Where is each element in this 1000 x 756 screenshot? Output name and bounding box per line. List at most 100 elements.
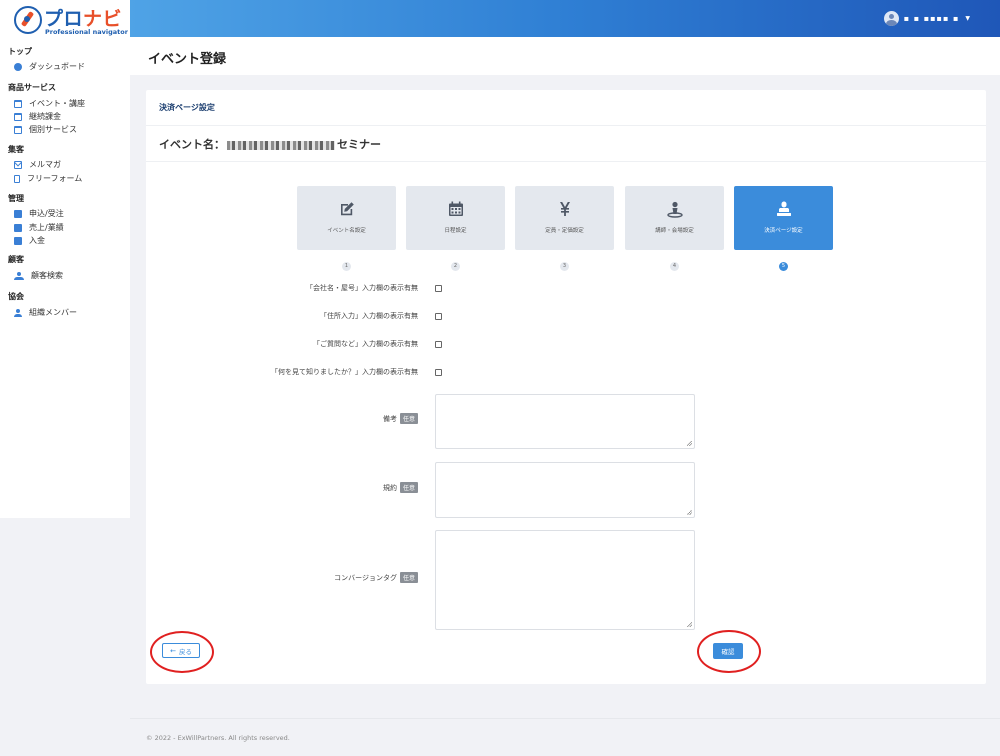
- box-icon: [14, 223, 22, 232]
- copyright: © 2022 - ExWillPartners. All rights rese…: [146, 734, 290, 742]
- step-number: 1: [342, 262, 351, 271]
- step-schedule[interactable]: 日程設定: [406, 186, 505, 250]
- field-label-text: 備考: [382, 414, 397, 423]
- sidebar-item-label: イベント・講座: [29, 99, 85, 108]
- stamp-icon: [734, 200, 833, 222]
- check-label-company: 「会社名・屋号」入力欄の表示有無: [306, 284, 418, 292]
- user-name: ▪ ▪ ▪▪▪▪ ▪: [903, 14, 960, 23]
- sidebar-item-orders[interactable]: 申込/受注: [14, 208, 64, 219]
- checkbox-referral[interactable]: [435, 369, 442, 376]
- field-label-terms: 規約 任意: [383, 482, 418, 493]
- footer: © 2022 - ExWillPartners. All rights rese…: [130, 718, 1000, 756]
- redacted-text: [227, 140, 335, 150]
- conversion-tag-textarea[interactable]: [435, 530, 695, 630]
- sidebar-item-label: 申込/受注: [29, 209, 64, 218]
- calendar-icon: [406, 200, 505, 222]
- field-label-notes: 備考 任意: [383, 413, 418, 424]
- sidebar-item-label: 継続課金: [29, 112, 61, 121]
- sidebar-item-payments[interactable]: 入金: [14, 235, 45, 246]
- field-label-text: 規約: [382, 483, 397, 492]
- settings-card: 決済ページ設定 イベント名： セミナー イベント名設定 日程設定 定員・定価設定 …: [146, 90, 986, 684]
- step-number: 3: [560, 262, 569, 271]
- sidebar-item-sales[interactable]: 売上/業績: [14, 222, 64, 233]
- form-icon: [14, 174, 20, 183]
- step-label: 決済ページ設定: [764, 228, 803, 234]
- dashboard-icon: [14, 62, 22, 71]
- optional-badge: 任意: [399, 572, 418, 583]
- event-name: イベント名： セミナー: [159, 136, 381, 152]
- step-speaker-venue[interactable]: 講師・会場設定: [625, 186, 724, 250]
- compass-logo-icon: [14, 6, 42, 34]
- nav-section-products: 商品サービス: [8, 83, 56, 92]
- mail-icon: [14, 160, 22, 169]
- sidebar-item-individual-service[interactable]: 個別サービス: [14, 124, 77, 135]
- terms-textarea[interactable]: [435, 462, 695, 518]
- step-number: 2: [451, 262, 460, 271]
- check-label-referral: 「何を見て知りましたか？」入力欄の表示有無: [271, 368, 418, 376]
- step-number: 4: [670, 262, 679, 271]
- sidebar-item-members[interactable]: 組織メンバー: [14, 307, 77, 318]
- avatar-icon: [883, 11, 899, 26]
- sidebar-item-label: 売上/業績: [29, 223, 64, 232]
- event-name-suffix: セミナー: [337, 138, 381, 151]
- nav-section-management: 管理: [8, 194, 24, 203]
- box-icon: [14, 236, 22, 245]
- optional-badge: 任意: [399, 413, 418, 424]
- event-name-row: イベント名： セミナー: [146, 126, 986, 162]
- step-capacity-price[interactable]: 定員・定価設定: [515, 186, 614, 250]
- checkbox-company[interactable]: [435, 285, 442, 292]
- sidebar-item-label: 組織メンバー: [29, 308, 77, 317]
- field-label-conversion-tag: コンバージョンタグ 任意: [334, 572, 418, 583]
- logo[interactable]: プロナビ Professional navigator: [14, 6, 128, 36]
- user-menu[interactable]: ▪ ▪ ▪▪▪▪ ▪ ▼: [883, 11, 970, 26]
- sidebar-item-freeform[interactable]: フリーフォーム: [14, 173, 82, 184]
- sidebar-item-label: 個別サービス: [29, 125, 77, 134]
- edit-icon: [297, 200, 396, 222]
- location-icon: [625, 200, 724, 222]
- step-label: 講師・会場設定: [655, 228, 694, 234]
- sidebar-item-customer-search[interactable]: 顧客検索: [14, 270, 63, 281]
- calendar-icon: [14, 125, 22, 134]
- sidebar-item-subscription[interactable]: 継続課金: [14, 111, 61, 122]
- notes-textarea[interactable]: [435, 394, 695, 449]
- topbar: ▪ ▪ ▪▪▪▪ ▪ ▼: [130, 0, 1000, 37]
- checkbox-address[interactable]: [435, 313, 442, 320]
- logo-main: プロ: [44, 8, 84, 30]
- sidebar-item-label: フリーフォーム: [27, 174, 83, 183]
- step-label: 定員・定価設定: [545, 228, 584, 234]
- calendar-icon: [14, 99, 22, 108]
- card-title: 決済ページ設定: [159, 103, 215, 112]
- sidebar: プロナビ Professional navigator トップ ダッシュボード …: [0, 0, 130, 518]
- step-label: イベント名設定: [327, 228, 366, 234]
- nav-section-marketing: 集客: [8, 145, 24, 154]
- chevron-down-icon: ▼: [965, 15, 970, 22]
- page-header: イベント登録: [130, 37, 1000, 75]
- sidebar-item-label: ダッシュボード: [29, 62, 85, 71]
- step-number: 5: [779, 262, 788, 271]
- sidebar-item-label: メルマガ: [29, 160, 61, 169]
- optional-badge: 任意: [399, 482, 418, 493]
- page-title: イベント登録: [148, 52, 227, 67]
- calendar-icon: [14, 112, 22, 121]
- sidebar-item-dashboard[interactable]: ダッシュボード: [14, 61, 85, 72]
- confirm-button[interactable]: 確認: [713, 643, 743, 659]
- sidebar-item-mailmag[interactable]: メルマガ: [14, 159, 61, 170]
- step-label: 日程設定: [444, 228, 467, 234]
- nav-section-top: トップ: [8, 47, 32, 56]
- sidebar-item-label: 顧客検索: [31, 271, 63, 280]
- nav-section-customers: 顧客: [8, 255, 24, 264]
- yen-icon: [515, 200, 614, 222]
- logo-accent: ナビ: [83, 8, 123, 30]
- users-icon: [14, 271, 24, 280]
- step-payment-page[interactable]: 決済ページ設定: [734, 186, 833, 250]
- card-header: 決済ページ設定: [146, 90, 986, 126]
- sidebar-item-events[interactable]: イベント・講座: [14, 98, 85, 109]
- sidebar-item-label: 入金: [29, 236, 45, 245]
- checkbox-questions[interactable]: [435, 341, 442, 348]
- event-name-prefix: イベント名：: [159, 138, 225, 151]
- step-event-name[interactable]: イベント名設定: [297, 186, 396, 250]
- nav-section-association: 協会: [8, 292, 24, 301]
- back-button[interactable]: ← 戻る: [162, 643, 200, 658]
- logo-subtitle: Professional navigator: [45, 28, 128, 36]
- user-icon: [14, 308, 22, 317]
